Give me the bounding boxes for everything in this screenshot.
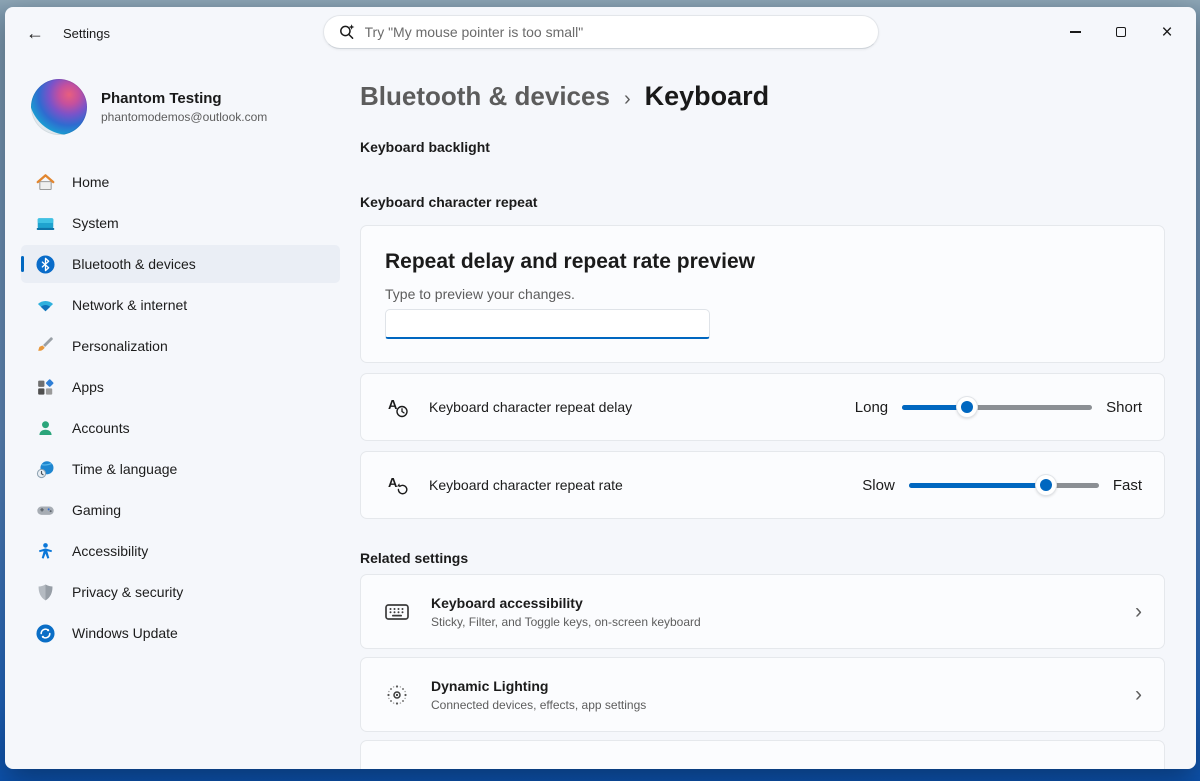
- sidebar-nav: Home System: [21, 163, 340, 652]
- breadcrumb-separator-icon: ›: [624, 88, 631, 111]
- sidebar-item-bluetooth-devices[interactable]: Bluetooth & devices: [21, 245, 340, 283]
- related-card-title: Dynamic Lighting: [431, 678, 646, 694]
- sidebar-item-time-language[interactable]: Time & language: [21, 450, 340, 488]
- search-sparkle-icon: [338, 23, 356, 41]
- back-arrow-icon: ←: [26, 23, 44, 44]
- sidebar-item-label: Home: [72, 174, 109, 190]
- settings-window: ← Settings ×: [5, 7, 1196, 769]
- chevron-right-icon: ›: [1135, 684, 1146, 705]
- breadcrumb: Bluetooth & devices › Keyboard: [360, 81, 1165, 112]
- minimize-button[interactable]: [1052, 13, 1098, 51]
- preview-card-title: Repeat delay and repeat rate preview: [385, 250, 1140, 274]
- system-icon: [35, 213, 56, 234]
- profile-name: Phantom Testing: [101, 90, 267, 107]
- keyboard-accessibility-card[interactable]: Keyboard accessibility Sticky, Filter, a…: [360, 574, 1165, 649]
- sidebar-item-apps[interactable]: Apps: [21, 368, 340, 406]
- profile-email: phantomodemos@outlook.com: [101, 110, 267, 124]
- sidebar-item-label: Apps: [72, 379, 104, 395]
- maximize-button[interactable]: [1098, 13, 1144, 51]
- maximize-icon: [1116, 27, 1126, 37]
- back-button[interactable]: ←: [19, 17, 51, 49]
- main-content: Bluetooth & devices › Keyboard Keyboard …: [350, 59, 1196, 769]
- sidebar-item-label: Privacy & security: [72, 584, 183, 600]
- page-title: Keyboard: [645, 81, 770, 112]
- home-icon: [35, 172, 56, 193]
- breadcrumb-parent[interactable]: Bluetooth & devices: [360, 81, 610, 112]
- keyboard-icon: [383, 764, 411, 770]
- windows-update-icon: [35, 623, 56, 644]
- repeat-rate-label: Keyboard character repeat rate: [429, 477, 623, 493]
- related-card-title: Keyboard accessibility: [431, 595, 701, 611]
- app-title: Settings: [63, 26, 110, 41]
- dynamic-lighting-icon: [383, 681, 411, 709]
- svg-text:A: A: [388, 397, 398, 412]
- minimize-icon: [1070, 31, 1081, 32]
- time-language-icon: [35, 459, 56, 480]
- related-card-subtitle: Sticky, Filter, and Toggle keys, on-scre…: [431, 615, 701, 629]
- repeat-rate-icon: A: [385, 472, 411, 498]
- sidebar-item-home[interactable]: Home: [21, 163, 340, 201]
- slider-right-label: Fast: [1113, 477, 1142, 494]
- sidebar: Phantom Testing phantomodemos@outlook.co…: [5, 59, 350, 769]
- sidebar-item-label: Network & internet: [72, 297, 187, 313]
- sidebar-item-label: Gaming: [72, 502, 121, 518]
- sidebar-item-label: Windows Update: [72, 625, 178, 641]
- repeat-preview-input[interactable]: [385, 309, 710, 339]
- sidebar-item-label: Accounts: [72, 420, 130, 436]
- spelling-typing-settings-card[interactable]: Spelling, typing, & keyboard settings ›: [360, 740, 1165, 769]
- sidebar-item-label: Accessibility: [72, 543, 148, 559]
- privacy-shield-icon: [35, 582, 56, 603]
- chevron-right-icon: ›: [1135, 601, 1146, 622]
- section-related-settings: Related settings: [360, 550, 1165, 566]
- slider-left-label: Slow: [862, 477, 895, 494]
- sidebar-item-label: Personalization: [72, 338, 168, 354]
- profile-card[interactable]: Phantom Testing phantomodemos@outlook.co…: [21, 71, 340, 149]
- apps-icon: [35, 377, 56, 398]
- dynamic-lighting-card[interactable]: Dynamic Lighting Connected devices, effe…: [360, 657, 1165, 732]
- slider-left-label: Long: [855, 399, 888, 416]
- close-icon: ×: [1161, 23, 1172, 42]
- search-box[interactable]: [323, 15, 879, 49]
- repeat-delay-icon: A: [385, 394, 411, 420]
- bluetooth-icon: [35, 254, 56, 275]
- sidebar-item-network-internet[interactable]: Network & internet: [21, 286, 340, 324]
- svg-text:A: A: [388, 475, 398, 490]
- network-icon: [35, 295, 56, 316]
- preview-card-hint: Type to preview your changes.: [385, 286, 1140, 302]
- sidebar-item-accounts[interactable]: Accounts: [21, 409, 340, 447]
- slider-fill: [909, 483, 1046, 488]
- repeat-rate-slider[interactable]: [909, 475, 1099, 495]
- repeat-rate-row: A Keyboard character repeat rate Slow Fa…: [360, 451, 1165, 519]
- sidebar-item-accessibility[interactable]: Accessibility: [21, 532, 340, 570]
- sidebar-item-privacy-security[interactable]: Privacy & security: [21, 573, 340, 611]
- sidebar-item-label: Time & language: [72, 461, 177, 477]
- repeat-delay-row: A Keyboard character repeat delay Long S…: [360, 373, 1165, 441]
- sidebar-item-label: Bluetooth & devices: [72, 256, 196, 272]
- section-keyboard-backlight: Keyboard backlight: [360, 139, 1165, 155]
- close-button[interactable]: ×: [1144, 13, 1190, 51]
- related-card-subtitle: Connected devices, effects, app settings: [431, 698, 646, 712]
- chevron-right-icon: ›: [1135, 767, 1146, 769]
- sidebar-item-windows-update[interactable]: Windows Update: [21, 614, 340, 652]
- titlebar: ← Settings ×: [5, 7, 1196, 59]
- sidebar-item-personalization[interactable]: Personalization: [21, 327, 340, 365]
- section-keyboard-character-repeat: Keyboard character repeat: [360, 194, 1165, 210]
- accounts-icon: [35, 418, 56, 439]
- slider-thumb[interactable]: [957, 397, 977, 417]
- sidebar-item-system[interactable]: System: [21, 204, 340, 242]
- keyboard-icon: [383, 598, 411, 626]
- repeat-delay-label: Keyboard character repeat delay: [429, 399, 632, 415]
- repeat-preview-card: Repeat delay and repeat rate preview Typ…: [360, 225, 1165, 363]
- repeat-delay-slider[interactable]: [902, 397, 1092, 417]
- gaming-icon: [35, 500, 56, 521]
- avatar: [31, 79, 87, 135]
- sidebar-item-gaming[interactable]: Gaming: [21, 491, 340, 529]
- search-input[interactable]: [365, 24, 864, 40]
- accessibility-icon: [35, 541, 56, 562]
- window-controls: ×: [1052, 7, 1190, 57]
- slider-thumb[interactable]: [1036, 475, 1056, 495]
- slider-right-label: Short: [1106, 399, 1142, 416]
- sidebar-item-label: System: [72, 215, 119, 231]
- personalization-icon: [35, 336, 56, 357]
